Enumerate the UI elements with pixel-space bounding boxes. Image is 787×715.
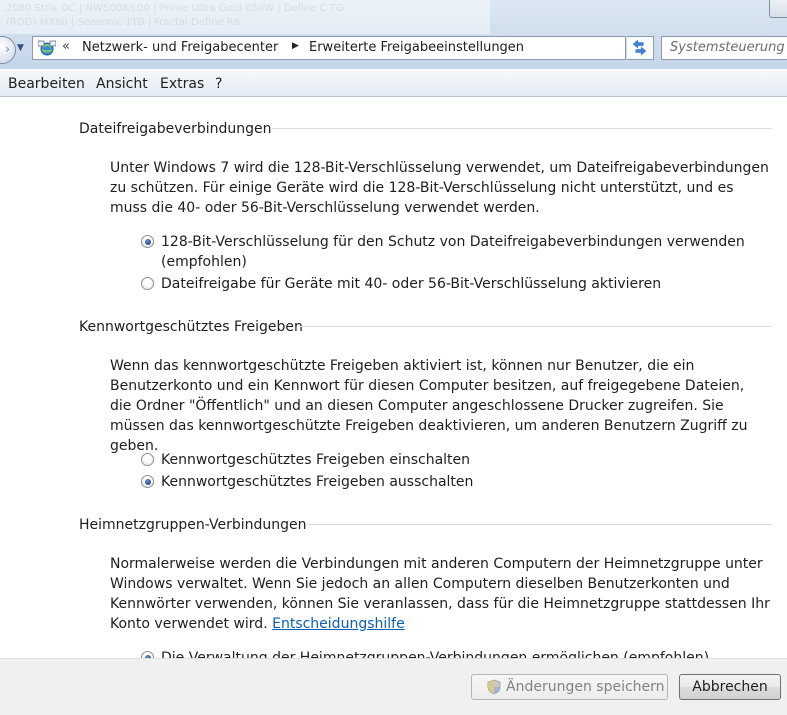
section-description: Normalerweise werden die Verbindungen mi… [110,556,770,632]
radio-label[interactable]: Kennwortgeschütztes Freigeben einschalte… [161,450,761,470]
search-input[interactable]: Systemsteuerung d [661,36,787,60]
section-description: Unter Windows 7 wird die 128-Bit-Verschl… [110,160,769,216]
menu-bar: Bearbeiten Ansicht Extras ? [0,71,787,97]
breadcrumb-advanced-sharing[interactable]: Erweiterte Freigabeeinstellungen [309,40,524,55]
menu-extras[interactable]: Extras [160,76,204,92]
radio-label[interactable]: Die Verwaltung der Heimnetzgruppen-Verbi… [161,648,761,658]
breadcrumb-overflow-button[interactable]: « [62,39,70,54]
refresh-icon [632,39,647,56]
history-dropdown-icon[interactable]: ▼ [17,43,24,53]
section-heading-password-sharing: Kennwortgeschütztes Freigeben [79,319,303,335]
radio-option-128bit[interactable]: 128-Bit-Verschlüsselung für den Schutz v… [141,232,771,272]
section-description: Wenn das kennwortgeschützte Freigeben ak… [110,358,748,454]
search-placeholder: Systemsteuerung d [670,40,787,55]
address-bar[interactable]: « Netzwerk- und Freigabecenter ▶ Erweite… [32,36,626,60]
radio-option-homegroup-managed[interactable]: Die Verwaltung der Heimnetzgruppen-Verbi… [141,648,771,658]
menu-ansicht[interactable]: Ansicht [96,76,148,92]
radio-label[interactable]: Kennwortgeschütztes Freigeben ausschalte… [161,472,761,492]
breadcrumb-separator-icon[interactable]: ▶ [292,41,299,51]
breadcrumb-network-center[interactable]: Netzwerk- und Freigabecenter [82,40,278,55]
back-arrow-icon: › [5,42,10,56]
radio-option-password-off[interactable]: Kennwortgeschütztes Freigeben ausschalte… [141,472,771,492]
window-titlebar: 2080 Strix OC | NW5008/L00 | Prime Ultra… [0,0,787,69]
button-bar: Änderungen speichern Abbrechen [0,658,787,715]
radio-option-password-on[interactable]: Kennwortgeschütztes Freigeben einschalte… [141,450,771,470]
radio-label[interactable]: Dateifreigabe für Geräte mit 40- oder 56… [161,274,761,294]
decision-help-link[interactable]: Entscheidungshilfe [272,616,405,632]
radio-button[interactable] [141,651,154,658]
back-button[interactable]: › [0,36,16,64]
radio-button[interactable] [141,453,154,466]
menu-help[interactable]: ? [215,76,222,92]
save-changes-label: Änderungen speichern [506,679,665,695]
radio-button[interactable] [141,475,154,488]
section-divider [300,326,772,327]
radio-label[interactable]: 128-Bit-Verschlüsselung für den Schutz v… [161,232,761,272]
radio-button[interactable] [141,277,154,290]
cancel-button[interactable]: Abbrechen [679,674,781,700]
section-divider [272,128,772,129]
section-heading-file-sharing: Dateifreigabeverbindungen [79,121,272,137]
section-heading-homegroup: Heimnetzgruppen-Verbindungen [79,517,307,533]
menu-bearbeiten[interactable]: Bearbeiten [8,76,85,92]
window-control-button[interactable] [769,0,787,18]
network-center-icon [38,40,56,56]
refresh-button[interactable] [627,36,654,60]
save-changes-button[interactable]: Änderungen speichern [471,674,668,700]
radio-button[interactable] [141,235,154,248]
radio-option-40-56bit[interactable]: Dateifreigabe für Geräte mit 40- oder 56… [141,274,771,294]
uac-shield-icon [487,679,501,695]
section-divider [307,524,772,525]
settings-content: Dateifreigabeverbindungen Unter Windows … [0,97,787,658]
